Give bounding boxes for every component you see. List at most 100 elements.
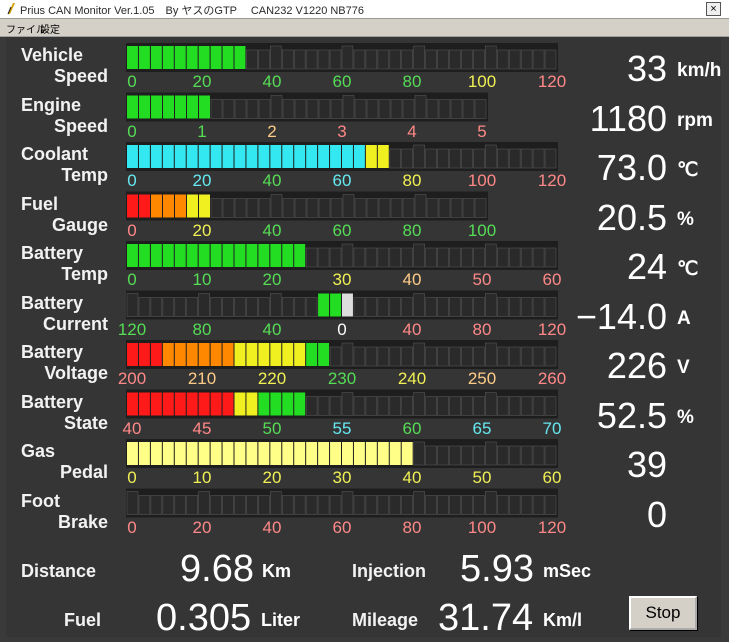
- gauge-segment-empty: [234, 198, 247, 218]
- gauge-scale-label: 60: [542, 270, 562, 289]
- gauge-segment-filled: [186, 343, 198, 366]
- gauge-segment-empty: [461, 297, 473, 317]
- gauge-label-line2: Speed: [53, 66, 108, 86]
- gauge-segment-empty: [461, 495, 473, 515]
- gauge-segment-filled: [162, 442, 174, 465]
- gauge-segment-empty: [341, 342, 354, 367]
- gauge-segment-filled: [186, 46, 198, 69]
- gauge-scale-label: 30: [332, 270, 352, 289]
- gauge-unit: km/h: [677, 60, 722, 81]
- gauge-segment-empty: [353, 346, 366, 367]
- gauge-scale-label: 60: [402, 418, 422, 438]
- gauge-segment-empty: [353, 247, 366, 268]
- gauge-scale-label: 0: [127, 517, 137, 537]
- gauge-segment-empty: [246, 99, 259, 119]
- gauge-scale-label: 60: [332, 517, 352, 537]
- gauge-segment-filled: [246, 343, 258, 366]
- gauge-segment-empty: [413, 45, 425, 70]
- stop-button[interactable]: Stop: [629, 596, 697, 630]
- gauge-segment-empty: [270, 491, 282, 515]
- gauge-label-line2: Current: [42, 313, 108, 334]
- gauge-segment-empty: [270, 293, 282, 317]
- gauge-segment-empty: [329, 49, 342, 70]
- gauge-scale-label: 100: [467, 220, 497, 240]
- gauge-segment-empty: [281, 297, 294, 317]
- gauge-segment-empty: [414, 194, 427, 218]
- gauge-segment-empty: [317, 396, 330, 416]
- gauge-scale-label: 60: [542, 468, 562, 487]
- gauge-label-line2: State: [63, 412, 108, 433]
- gauge-segment-empty: [174, 297, 187, 317]
- gauge-segment-filled: [270, 442, 282, 465]
- gauge-segment-filled: [282, 392, 294, 416]
- gauge-segment-empty: [449, 445, 461, 466]
- gauge-segment-filled: [294, 343, 306, 366]
- mileage-value: 31.74: [438, 597, 534, 639]
- gauge-label-line1: Coolant: [21, 144, 88, 164]
- gauge-segment-empty: [258, 49, 270, 70]
- gauge-label-line1: Foot: [21, 490, 60, 511]
- gauge-segment-empty: [438, 99, 451, 119]
- gauge-segment-empty: [532, 495, 545, 515]
- gauge-scale-label: 40: [262, 220, 282, 240]
- gauge-label-line1: Battery: [21, 391, 84, 412]
- gauge-segment-filled: [127, 343, 138, 366]
- gauge-segment-filled: [222, 46, 234, 69]
- gauge-segment-filled: [187, 95, 198, 119]
- gauge-segment-empty: [544, 445, 557, 466]
- gauge-segment-empty: [365, 297, 378, 317]
- gauge-segment-filled: [330, 145, 341, 168]
- injection-label: Injection: [352, 561, 427, 581]
- gauge-segment-empty: [437, 396, 449, 416]
- gauge-segment-empty: [126, 293, 139, 317]
- gauge-segment-empty: [270, 194, 283, 218]
- gauge-segment-empty: [425, 495, 437, 515]
- gauge-segment-empty: [474, 99, 487, 119]
- gauge-segment-empty: [281, 495, 294, 515]
- gauge-segment-empty: [449, 49, 461, 70]
- gauge-segment-empty: [461, 148, 473, 169]
- gauge-scale-label: 70: [542, 418, 562, 438]
- gauge-segment-empty: [473, 297, 485, 317]
- gauge-segment-empty: [401, 346, 413, 367]
- gauge-segment-empty: [389, 495, 402, 515]
- gauge-scale-label: 40: [262, 171, 282, 190]
- gauge-scale-label: 0: [127, 270, 137, 289]
- gauge-segment-empty: [389, 49, 402, 70]
- gauge-segment-empty: [401, 396, 413, 416]
- gauge-segment-filled: [210, 442, 222, 465]
- gauge-label-line1: Engine: [21, 94, 82, 115]
- injection-value: 5.93: [460, 548, 534, 590]
- mileage-unit: Km/l: [543, 610, 583, 630]
- gauge-segment-filled: [150, 392, 162, 416]
- gauge-segment-empty: [306, 198, 319, 218]
- gauge-segment-filled: [138, 244, 150, 267]
- gauge-segment-filled: [270, 244, 282, 267]
- gauge-scale-label: 100: [467, 171, 497, 190]
- gauge-segment-empty: [426, 99, 439, 119]
- gauge-segment-filled: [151, 194, 162, 218]
- gauge-segment-empty: [365, 49, 378, 70]
- gauge-scale-label: 0: [127, 121, 137, 141]
- gauge-unit: A: [677, 307, 691, 329]
- gauge-segment-empty: [234, 99, 247, 119]
- gauge-scale-label: 20: [192, 220, 212, 240]
- gauge-segment-empty: [354, 99, 367, 119]
- gauge-segment-empty: [425, 346, 437, 367]
- fuel-unit: Liter: [261, 610, 301, 630]
- gauge-segment-empty: [496, 148, 509, 169]
- gauge-segment-empty: [496, 49, 509, 70]
- gauge-segment-filled: [318, 442, 330, 465]
- gauge-scale-label: 3: [337, 121, 347, 141]
- fuel-label: Fuel: [64, 610, 102, 630]
- gauge-segment-empty: [520, 445, 533, 466]
- mileage-label: Mileage: [352, 610, 419, 630]
- gauge-segment-empty: [354, 198, 367, 218]
- gauge-segment-empty: [198, 293, 210, 317]
- gauge-segment-filled: [318, 145, 330, 168]
- gauge-segment-empty: [270, 45, 282, 70]
- gauge-segment-empty: [246, 198, 259, 218]
- gauge-segment-empty: [485, 392, 497, 416]
- gauge-segment-empty: [389, 247, 402, 268]
- gauge-segment-filled: [294, 145, 306, 168]
